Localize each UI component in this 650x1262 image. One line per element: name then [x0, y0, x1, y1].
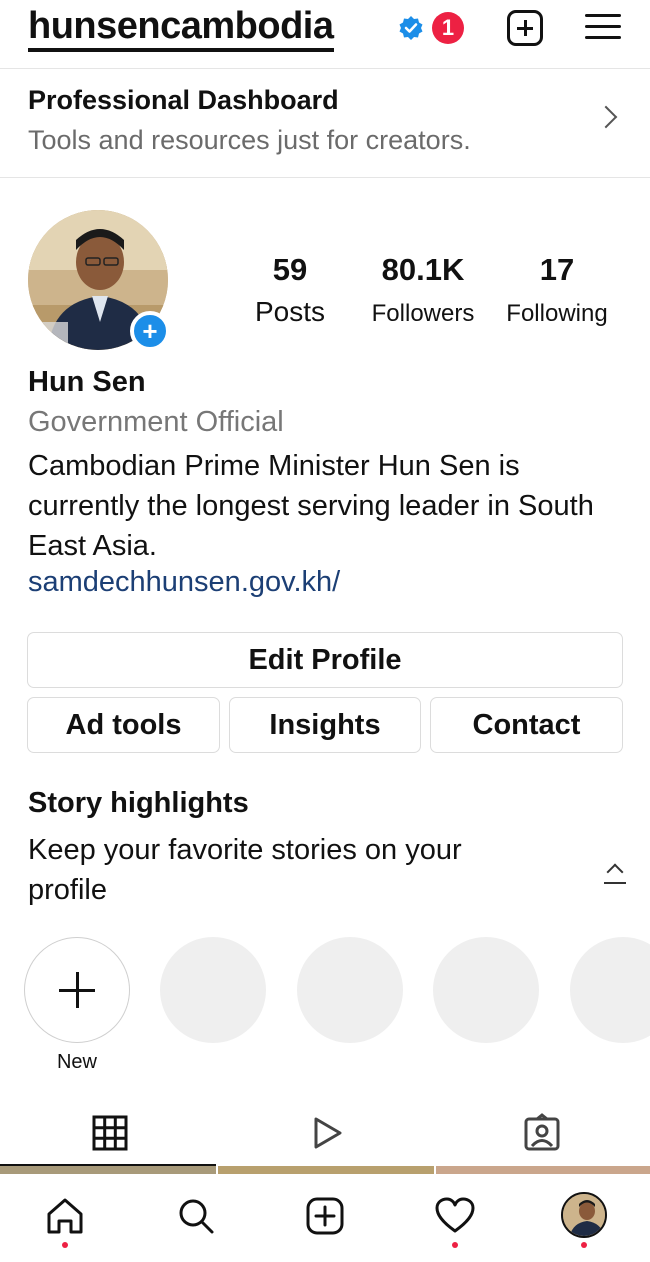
posts-label: Posts	[254, 296, 326, 327]
professional-dashboard-banner[interactable]: Professional Dashboard Tools and resourc…	[0, 68, 650, 178]
following-stat[interactable]: 17 Following	[496, 252, 618, 328]
profile-username[interactable]: hunsencambodia	[28, 6, 334, 52]
posts-stat[interactable]: 59 Posts	[240, 252, 340, 328]
following-label: Following	[506, 300, 608, 327]
profile-category: Government Official	[28, 406, 284, 438]
story-highlights-subtitle: Keep your favorite stories on your profi…	[28, 834, 462, 906]
tagged-icon[interactable]	[522, 1113, 562, 1153]
search-icon[interactable]	[174, 1194, 218, 1238]
profile-avatar[interactable]	[561, 1192, 607, 1238]
activity-notification-dot	[452, 1242, 458, 1248]
highlight-placeholder	[433, 937, 539, 1043]
followers-count: 80.1K	[381, 252, 465, 287]
profile-name: Hun Sen	[28, 366, 146, 398]
reels-icon[interactable]	[306, 1113, 346, 1153]
menu-icon[interactable]	[585, 12, 621, 42]
dashboard-title: Professional Dashboard	[28, 85, 339, 115]
ad-tools-button[interactable]: Ad tools	[27, 697, 220, 753]
new-post-icon[interactable]	[507, 10, 543, 46]
new-highlight-button[interactable]	[24, 937, 130, 1043]
highlight-placeholder	[570, 937, 650, 1043]
verified-badge-icon	[399, 16, 423, 40]
highlight-placeholder	[160, 937, 266, 1043]
edit-profile-button[interactable]: Edit Profile	[27, 632, 623, 688]
following-count: 17	[539, 252, 575, 287]
bottom-navigation	[0, 1174, 650, 1262]
create-icon[interactable]	[303, 1194, 347, 1238]
post-grid-preview	[0, 1166, 650, 1174]
insights-button[interactable]: Insights	[229, 697, 421, 753]
contact-button[interactable]: Contact	[430, 697, 623, 753]
collapse-highlights-icon[interactable]	[604, 862, 626, 884]
followers-stat[interactable]: 80.1K Followers	[360, 252, 486, 328]
notification-badge[interactable]: 1	[432, 12, 464, 44]
profile-website-link[interactable]: samdechhunsen.gov.kh/	[28, 566, 340, 599]
dashboard-subtitle: Tools and resources just for creators.	[28, 125, 471, 155]
new-highlight-label: New	[56, 1051, 97, 1073]
profile-bio: Cambodian Prime Minister Hun Sen is curr…	[28, 450, 594, 562]
story-highlights-title: Story highlights	[28, 787, 249, 819]
heart-icon[interactable]	[433, 1194, 477, 1238]
home-activity-dot	[62, 1242, 68, 1248]
highlight-placeholder	[297, 937, 403, 1043]
followers-label: Followers	[371, 300, 475, 327]
chevron-right-icon	[594, 105, 618, 129]
top-bar: hunsencambodia 1	[0, 0, 650, 66]
profile-activity-dot	[581, 1242, 587, 1248]
home-icon[interactable]	[43, 1194, 87, 1238]
add-story-button[interactable]: +	[130, 311, 170, 351]
grid-icon[interactable]	[90, 1113, 130, 1153]
posts-count: 59	[272, 252, 308, 287]
